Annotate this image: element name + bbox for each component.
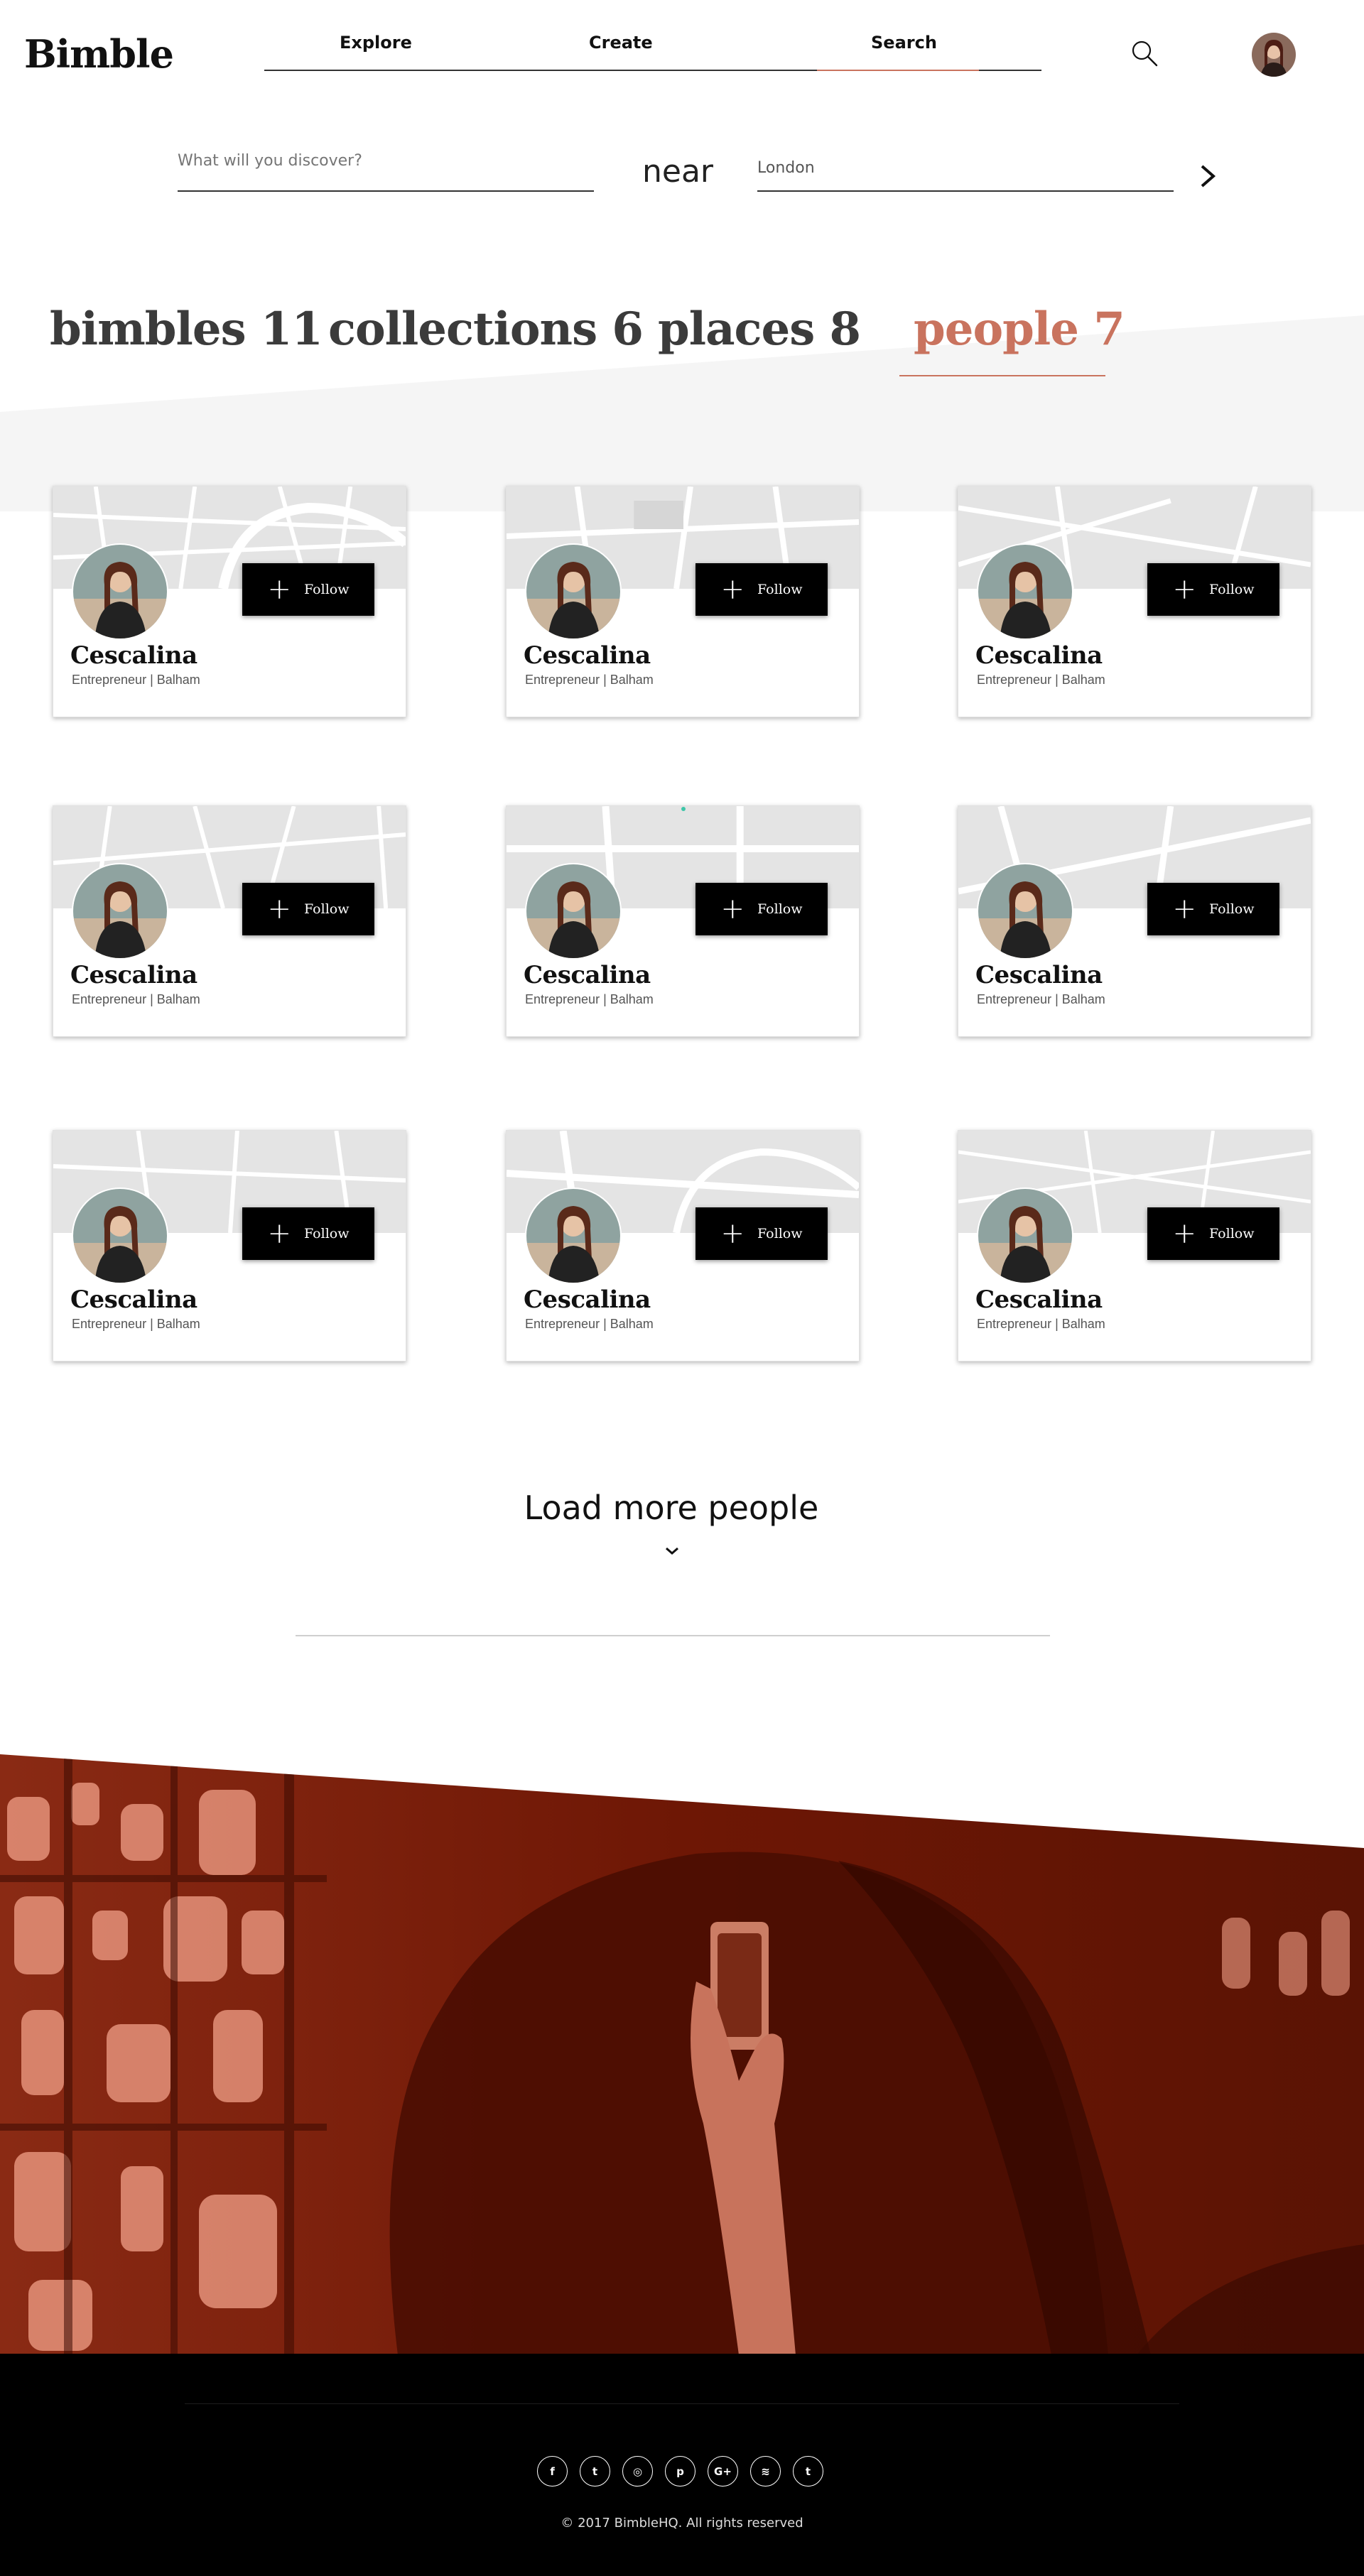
- facebook-icon[interactable]: f: [537, 2456, 568, 2487]
- person-card[interactable]: + Follow Cescalina Entrepreneur | Balham: [53, 805, 406, 1037]
- tumblr-icon[interactable]: t: [793, 2456, 823, 2487]
- plus-icon: +: [267, 893, 292, 925]
- person-avatar[interactable]: [977, 543, 1073, 640]
- tab-active-underline: [899, 375, 1105, 376]
- follow-label: Follow: [1209, 582, 1255, 597]
- search-icon[interactable]: [1130, 38, 1159, 68]
- person-card[interactable]: + Follow Cescalina Entrepreneur | Balham: [958, 486, 1311, 717]
- person-subtitle: Entrepreneur | Balham: [977, 992, 1105, 1006]
- tab-places[interactable]: places 8: [658, 303, 861, 356]
- nav-explore[interactable]: Explore: [340, 33, 412, 53]
- follow-button[interactable]: + Follow: [242, 563, 374, 616]
- person-card[interactable]: + Follow Cescalina Entrepreneur | Balham: [506, 486, 860, 717]
- follow-button[interactable]: + Follow: [1147, 883, 1279, 935]
- person-subtitle: Entrepreneur | Balham: [72, 673, 200, 687]
- follow-button[interactable]: + Follow: [242, 883, 374, 935]
- follow-label: Follow: [304, 901, 350, 917]
- tab-bimbles[interactable]: bimbles 11: [50, 303, 323, 356]
- load-more-button[interactable]: Load more people: [0, 1489, 1343, 1527]
- person-card[interactable]: + Follow Cescalina Entrepreneur | Balham: [53, 1130, 406, 1362]
- person-subtitle: Entrepreneur | Balham: [977, 673, 1105, 687]
- person-card[interactable]: + Follow Cescalina Entrepreneur | Balham: [958, 805, 1311, 1037]
- footer: f t ◎ p G+ ≋ t © 2017 BimbleHQ. All rights res…: [0, 2354, 1364, 2576]
- person-avatar[interactable]: [977, 863, 1073, 960]
- nav-search[interactable]: Search: [871, 33, 937, 53]
- follow-label: Follow: [757, 1226, 803, 1241]
- nav-create[interactable]: Create: [589, 33, 653, 53]
- google-plus-icon[interactable]: G+: [708, 2456, 738, 2487]
- person-name[interactable]: Cescalina: [524, 641, 651, 670]
- person-subtitle: Entrepreneur | Balham: [72, 992, 200, 1006]
- search-query-field[interactable]: [178, 152, 594, 192]
- person-name[interactable]: Cescalina: [524, 961, 651, 989]
- follow-button[interactable]: + Follow: [1147, 563, 1279, 616]
- person-name[interactable]: Cescalina: [524, 1286, 651, 1314]
- person-subtitle: Entrepreneur | Balham: [525, 1317, 654, 1331]
- tab-people[interactable]: people 7: [914, 303, 1125, 356]
- instagram-icon[interactable]: ◎: [622, 2456, 653, 2487]
- search-input[interactable]: [178, 152, 594, 170]
- follow-label: Follow: [757, 901, 803, 917]
- copyright: © 2017 BimbleHQ. All rights reserved: [561, 2516, 803, 2531]
- person-name[interactable]: Cescalina: [70, 961, 197, 989]
- pinterest-icon[interactable]: p: [665, 2456, 695, 2487]
- person-subtitle: Entrepreneur | Balham: [525, 992, 654, 1006]
- chevron-right-icon[interactable]: [1196, 161, 1219, 192]
- section-divider: [296, 1635, 1050, 1636]
- main-nav: Explore Create Search: [264, 28, 1041, 71]
- tab-collections[interactable]: collections 6: [328, 303, 644, 356]
- person-card[interactable]: + Follow Cescalina Entrepreneur | Balham: [53, 486, 406, 717]
- user-avatar[interactable]: [1252, 33, 1296, 77]
- location-field[interactable]: [757, 159, 1174, 192]
- person-name[interactable]: Cescalina: [975, 641, 1103, 670]
- nav-active-indicator: [817, 70, 979, 71]
- footer-divider: [185, 2403, 1179, 2404]
- person-avatar[interactable]: [72, 543, 168, 640]
- location-input[interactable]: [757, 159, 1174, 177]
- person-name[interactable]: Cescalina: [975, 961, 1103, 989]
- plus-icon: +: [720, 573, 745, 606]
- follow-label: Follow: [1209, 1226, 1255, 1241]
- social-links: f t ◎ p G+ ≋ t: [537, 2456, 823, 2487]
- near-label: near: [642, 153, 714, 190]
- person-card[interactable]: + Follow Cescalina Entrepreneur | Balham: [506, 805, 860, 1037]
- person-avatar[interactable]: [977, 1188, 1073, 1284]
- follow-button[interactable]: + Follow: [695, 563, 828, 616]
- plus-icon: +: [1172, 893, 1197, 925]
- person-avatar[interactable]: [525, 863, 622, 960]
- person-avatar[interactable]: [525, 543, 622, 640]
- logo[interactable]: Bimble: [24, 31, 174, 77]
- person-name[interactable]: Cescalina: [975, 1286, 1103, 1314]
- plus-icon: +: [1172, 1217, 1197, 1250]
- person-subtitle: Entrepreneur | Balham: [525, 673, 654, 687]
- follow-button[interactable]: + Follow: [242, 1207, 374, 1260]
- person-subtitle: Entrepreneur | Balham: [72, 1317, 200, 1331]
- follow-label: Follow: [304, 1226, 350, 1241]
- plus-icon: +: [720, 893, 745, 925]
- follow-button[interactable]: + Follow: [695, 1207, 828, 1260]
- hero-image: [0, 1754, 1364, 2355]
- person-avatar[interactable]: [72, 863, 168, 960]
- chevron-down-icon[interactable]: [664, 1545, 681, 1557]
- plus-icon: +: [267, 573, 292, 606]
- follow-button[interactable]: + Follow: [1147, 1207, 1279, 1260]
- spotify-icon[interactable]: ≋: [750, 2456, 781, 2487]
- person-subtitle: Entrepreneur | Balham: [977, 1317, 1105, 1331]
- follow-label: Follow: [304, 582, 350, 597]
- plus-icon: +: [267, 1217, 292, 1250]
- follow-label: Follow: [757, 582, 803, 597]
- person-avatar[interactable]: [72, 1188, 168, 1284]
- person-avatar[interactable]: [525, 1188, 622, 1284]
- person-card[interactable]: + Follow Cescalina Entrepreneur | Balham: [506, 1130, 860, 1362]
- follow-label: Follow: [1209, 901, 1255, 917]
- person-card[interactable]: + Follow Cescalina Entrepreneur | Balham: [958, 1130, 1311, 1362]
- twitter-icon[interactable]: t: [580, 2456, 610, 2487]
- person-name[interactable]: Cescalina: [70, 1286, 197, 1314]
- plus-icon: +: [1172, 573, 1197, 606]
- plus-icon: +: [720, 1217, 745, 1250]
- person-name[interactable]: Cescalina: [70, 641, 197, 670]
- follow-button[interactable]: + Follow: [695, 883, 828, 935]
